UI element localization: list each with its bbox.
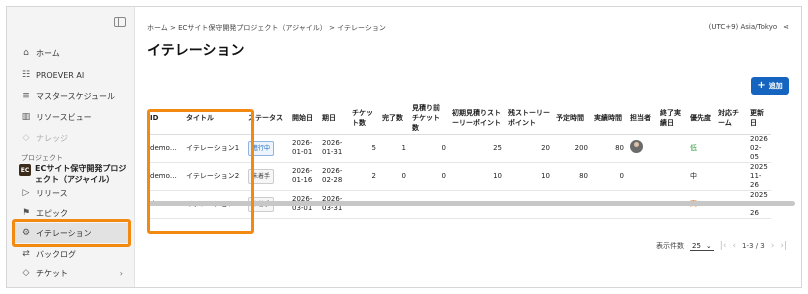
- cell-due: 2026-02-28: [319, 162, 349, 191]
- column-header[interactable]: 残ストーリーポイント: [505, 103, 553, 135]
- app-window: ⌂ ホーム ☷ PROEVER AI ≡ マスタースケジュール ▥ リソースビュ…: [6, 6, 802, 288]
- sidebar-item-label: リリース: [36, 188, 68, 198]
- sidebar-item-label: マスタースケジュール: [36, 91, 116, 101]
- timezone-display: (UTC+9) Asia/Tokyo ⋖: [709, 23, 789, 31]
- sidebar-item-label: PROEVER AI: [36, 70, 85, 80]
- cell-planned: 80: [553, 162, 591, 191]
- column-header[interactable]: チケット数: [349, 103, 379, 135]
- first-page-icon[interactable]: |‹: [720, 241, 727, 251]
- sidebar-item-label: ナレッジ: [36, 133, 68, 143]
- rows-per-page-select[interactable]: 25 ⌄: [690, 242, 714, 251]
- sidebar-item-label: エピック: [36, 208, 68, 218]
- cell-start: 2026-01-16: [289, 162, 319, 191]
- column-header[interactable]: 見積り前チケット数: [409, 103, 449, 135]
- chevron-right-icon: ›: [119, 268, 123, 278]
- column-header[interactable]: 完了数: [379, 103, 409, 135]
- cell-initial-sp: 10: [449, 162, 505, 191]
- highlight-box-sidebar: [12, 219, 131, 247]
- cell-team: [715, 134, 747, 163]
- cell-start: 2026-01-01: [289, 134, 319, 163]
- timezone-label: (UTC+9) Asia/Tokyo: [708, 23, 778, 31]
- column-header[interactable]: 開始日: [289, 103, 319, 135]
- cell-updated: 2026 02-05: [747, 134, 771, 163]
- cell-assignee: [627, 134, 657, 163]
- cell-end-actual: [657, 162, 687, 191]
- sidebar-item-home[interactable]: ⌂ ホーム: [15, 43, 129, 63]
- project-badge: EC: [19, 164, 31, 176]
- cell-unestimated: 0: [409, 134, 449, 163]
- rows-per-page-label: 表示件数: [656, 242, 684, 250]
- cell-tickets: 5: [349, 134, 379, 163]
- sidebar-item-ticket[interactable]: ◇ チケット ›: [15, 263, 129, 283]
- rows-per-page-value: 25: [692, 241, 701, 250]
- cell-priority: 中: [687, 162, 715, 191]
- sidebar-item-label: チケット: [36, 268, 68, 278]
- sidebar-item-master-schedule[interactable]: ≡ マスタースケジュール: [15, 86, 129, 106]
- cell-updated: 2025 11-26: [747, 162, 771, 191]
- column-header[interactable]: 対応チーム: [715, 103, 747, 135]
- next-page-icon[interactable]: ›: [771, 241, 775, 251]
- cell-remaining-sp: 10: [505, 162, 553, 191]
- last-page-icon[interactable]: ›|: [780, 241, 787, 251]
- previous-page-icon[interactable]: ‹: [732, 241, 736, 251]
- avatar: [630, 140, 643, 153]
- release-icon: ▷: [22, 188, 30, 198]
- cell-team: [715, 162, 747, 191]
- share-icon[interactable]: ⋖: [783, 23, 789, 31]
- column-header[interactable]: 優先度: [687, 103, 715, 135]
- pagination: 表示件数 25 ⌄ |‹ ‹ 1-3 / 3 › ›|: [656, 241, 787, 251]
- column-header[interactable]: 初期見積りストーリーポイント: [449, 103, 505, 135]
- ai-icon: ☷: [21, 70, 31, 80]
- plus-icon: +: [757, 80, 766, 91]
- cell-done: 0: [379, 162, 409, 191]
- chart-icon: ▥: [21, 112, 31, 122]
- cell-planned: 200: [553, 134, 591, 163]
- column-header[interactable]: 担当者: [627, 103, 657, 135]
- cell-assignee: [627, 162, 657, 191]
- cell-done: 1: [379, 134, 409, 163]
- schedule-icon: ≡: [22, 91, 30, 101]
- add-button-label: 追加: [768, 82, 783, 90]
- sidebar-item-backlog[interactable]: ⇄ バックログ: [15, 244, 129, 264]
- add-button[interactable]: + 追加: [751, 77, 789, 95]
- sidebar-item-resource-view[interactable]: ▥ リソースビュー: [15, 107, 129, 127]
- sidebar-item-label: ホーム: [36, 48, 60, 58]
- column-header[interactable]: 予定時間: [553, 103, 591, 135]
- cell-remaining-sp: 20: [505, 134, 553, 163]
- sidebar-collapse-icon[interactable]: [114, 17, 126, 27]
- column-header[interactable]: 期日: [319, 103, 349, 135]
- column-header[interactable]: 更新日: [747, 103, 771, 135]
- cell-end-actual: [657, 134, 687, 163]
- project-section-label: プロジェクト: [21, 154, 63, 162]
- column-header[interactable]: 実績時間: [591, 103, 627, 135]
- project-name: ECサイト保守開発プロジェクト（アジャイル）: [35, 164, 127, 184]
- ticket-icon: ◇: [22, 268, 30, 278]
- sidebar-item-release[interactable]: ▷ リリース: [15, 183, 129, 203]
- highlight-box-table-columns: [147, 109, 254, 234]
- sidebar-item-knowledge: ◇ ナレッジ: [15, 128, 129, 148]
- sidebar: ⌂ ホーム ☷ PROEVER AI ≡ マスタースケジュール ▥ リソースビュ…: [7, 7, 135, 287]
- breadcrumb[interactable]: ホーム > ECサイト保守開発プロジェクト（アジャイル） > イテレーション: [147, 23, 386, 33]
- cell-actual: 80: [591, 134, 627, 163]
- cell-priority: 低: [687, 134, 715, 163]
- sidebar-item-label: バックログ: [36, 249, 76, 259]
- cell-initial-sp: 25: [449, 134, 505, 163]
- project-selector[interactable]: EC ECサイト保守開発プロジェクト（アジャイル）: [19, 163, 131, 185]
- cell-actual: 0: [591, 162, 627, 191]
- epic-icon: ⚑: [21, 208, 31, 218]
- knowledge-icon: ◇: [22, 133, 30, 143]
- backlog-icon: ⇄: [22, 249, 30, 259]
- sidebar-item-label: リソースビュー: [36, 112, 92, 122]
- chevron-down-icon: ⌄: [705, 241, 712, 250]
- column-header[interactable]: 終了実績日: [657, 103, 687, 135]
- page-range: 1-3 / 3: [742, 242, 765, 250]
- cell-unestimated: 0: [409, 162, 449, 191]
- page-title: イテレーション: [147, 43, 245, 59]
- sidebar-item-proever-ai[interactable]: ☷ PROEVER AI: [15, 65, 129, 85]
- cell-due: 2026-01-31: [319, 134, 349, 163]
- cell-tickets: 2: [349, 162, 379, 191]
- home-icon: ⌂: [23, 48, 29, 58]
